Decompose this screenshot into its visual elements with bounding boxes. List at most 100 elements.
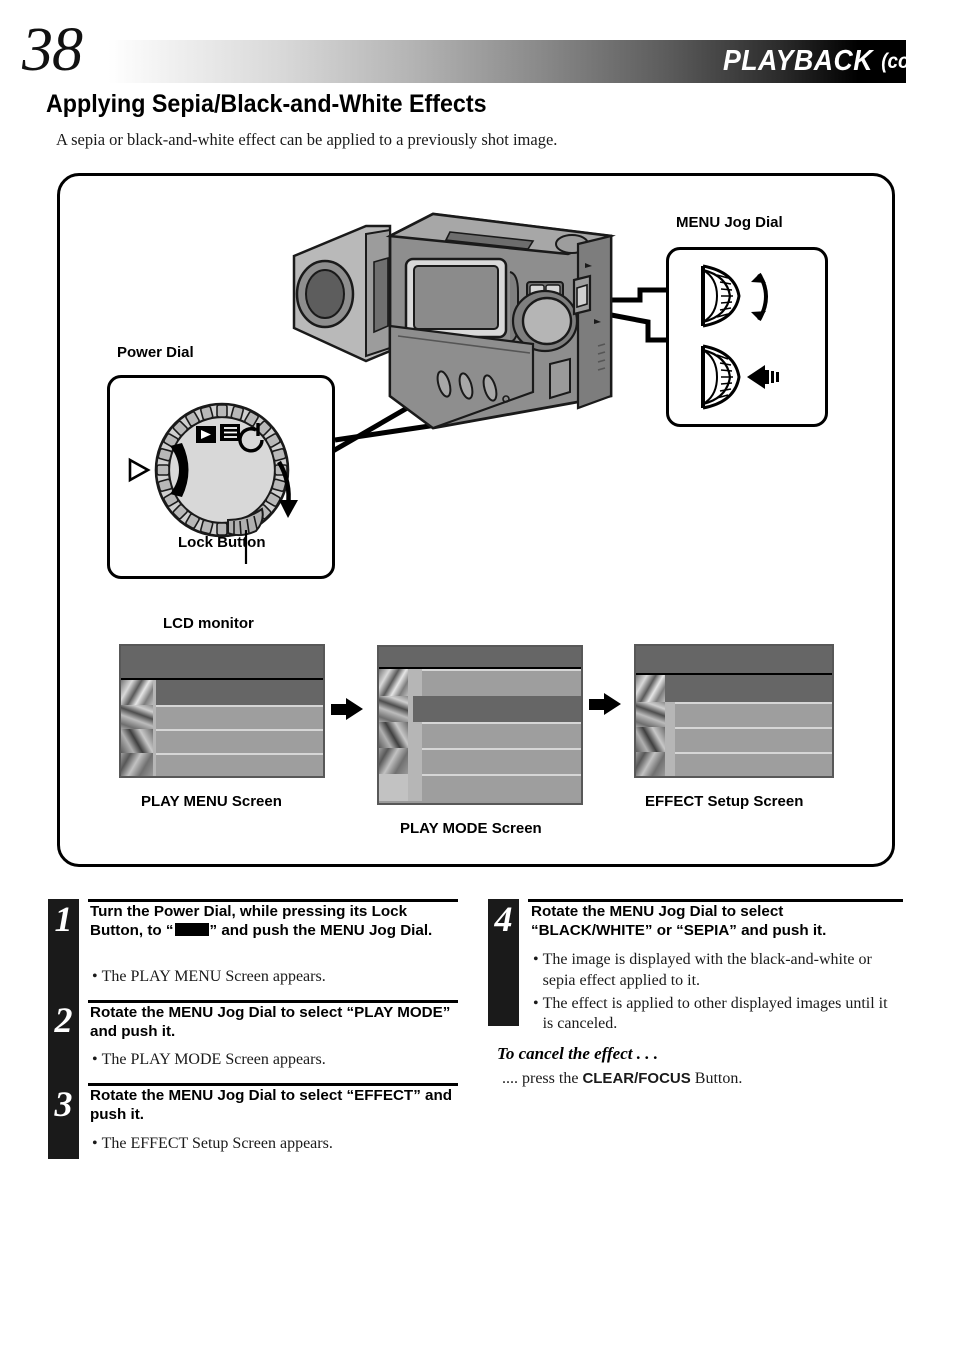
power-dial-label: Power Dial xyxy=(117,344,194,361)
cancel-note-suffix: Button. xyxy=(690,1070,743,1087)
list-item: • The PLAY MODE Screen appears. xyxy=(92,1050,452,1071)
cancel-note-prefix: .... press the xyxy=(502,1070,583,1087)
bullet-text: The PLAY MENU Screen appears. xyxy=(101,968,326,985)
screen-header-bar xyxy=(379,647,581,669)
row-bar xyxy=(156,705,323,729)
thumbnail-icon xyxy=(121,753,153,776)
list-item[interactable] xyxy=(121,729,323,753)
step-bullets-1: • The PLAY MENU Screen appears. xyxy=(92,967,452,988)
play-mode-caption: PLAY MODE Screen xyxy=(400,820,542,837)
row-bar xyxy=(675,702,832,727)
bullet-dot: • xyxy=(92,1051,98,1068)
row-bar xyxy=(675,727,832,752)
list-item[interactable] xyxy=(636,752,832,776)
header-title: PLAYBACK (cont.) xyxy=(710,41,942,82)
row-gap xyxy=(408,722,422,748)
thumbnail-icon xyxy=(379,722,408,748)
bullet-text: The PLAY MODE Screen appears. xyxy=(101,1051,326,1068)
row-gap xyxy=(665,702,675,727)
screen-rows xyxy=(379,669,581,801)
play-mode-screen xyxy=(377,645,583,805)
step-number-1: 1 xyxy=(54,899,73,939)
row-bar xyxy=(156,753,323,776)
list-item[interactable] xyxy=(636,702,832,727)
menu-icon xyxy=(220,424,240,441)
play-icon xyxy=(196,426,216,443)
step-bullets-3: • The EFFECT Setup Screen appears. xyxy=(92,1134,452,1155)
step-number-3: 3 xyxy=(54,1084,73,1124)
row-gap xyxy=(665,752,675,776)
row-bar xyxy=(675,752,832,776)
list-item[interactable] xyxy=(379,774,581,801)
list-item[interactable] xyxy=(379,748,581,774)
row-gap xyxy=(408,748,422,774)
play-menu-caption: PLAY MENU Screen xyxy=(141,793,282,810)
row-gap xyxy=(665,727,675,752)
screen-rows xyxy=(121,680,323,776)
play-menu-screen xyxy=(119,644,325,778)
thumbnail-icon xyxy=(379,669,408,696)
bullet-dot: • xyxy=(533,951,539,968)
cancel-note-title: To cancel the effect . . . xyxy=(497,1044,658,1063)
step-bullets-2: • The PLAY MODE Screen appears. xyxy=(92,1050,452,1071)
list-item[interactable] xyxy=(379,696,581,722)
list-item: • The image is displayed with the black-a… xyxy=(533,950,901,992)
cancel-note-body: .... press the CLEAR/FOCUS Button. xyxy=(502,1070,742,1088)
row-gap xyxy=(665,675,675,702)
step-heading-3: Rotate the MENU Jog Dial to select “EFFE… xyxy=(90,1087,453,1124)
thumbnail-icon xyxy=(636,752,665,776)
dial-index-marker xyxy=(128,457,151,483)
bullet-text: The image is displayed with the black-an… xyxy=(542,951,872,989)
list-item[interactable] xyxy=(121,753,323,776)
screen-header-bar xyxy=(636,646,832,675)
jog-dial-callout-box xyxy=(666,247,828,427)
section-title: Applying Sepia/Black-and-White Effects xyxy=(46,90,487,118)
list-item: • The PLAY MENU Screen appears. xyxy=(92,967,452,988)
step-bullets-4: • The image is displayed with the black-a… xyxy=(533,950,901,1035)
row-bar xyxy=(422,748,581,774)
step-heading-1-part2: ” and push the MENU Jog Dial. xyxy=(209,922,433,940)
push-arrow-icon xyxy=(747,365,779,389)
bullet-text: The effect is applied to other displayed… xyxy=(542,994,888,1033)
row-bar xyxy=(422,774,581,801)
row-bar xyxy=(421,696,581,722)
bullet-dot: • xyxy=(533,994,539,1012)
row-bar xyxy=(422,722,581,748)
cancel-note-emphasis: CLEAR/FOCUS xyxy=(582,1070,691,1087)
screen-header-bar xyxy=(121,646,323,680)
effect-setup-caption: EFFECT Setup Screen xyxy=(645,793,804,810)
list-item[interactable] xyxy=(121,705,323,729)
step-heading-1: Turn the Power Dial, while pressing its … xyxy=(90,902,458,941)
thumbnail-icon xyxy=(121,729,153,753)
thumbnail-icon xyxy=(121,680,153,705)
header-title-cont: (cont.) xyxy=(881,49,939,73)
rotate-arrow-icon xyxy=(751,272,768,322)
list-item[interactable] xyxy=(636,675,832,702)
step-heading-2: Rotate the MENU Jog Dial to select “PLAY… xyxy=(90,1004,451,1041)
screen-rows xyxy=(636,675,832,776)
list-item: • The EFFECT Setup Screen appears. xyxy=(92,1134,452,1155)
black-mode-chip-icon xyxy=(174,923,209,937)
push-dial-icon xyxy=(701,344,741,410)
lock-button-label: Lock Button xyxy=(178,534,266,551)
row-bar xyxy=(675,675,832,702)
list-item[interactable] xyxy=(636,727,832,752)
list-item[interactable] xyxy=(121,680,323,705)
step-number-4: 4 xyxy=(494,899,513,939)
jog-dial-label: MENU Jog Dial xyxy=(676,214,783,231)
row-bar xyxy=(422,669,581,696)
effect-setup-screen xyxy=(634,644,834,778)
thumbnail-icon xyxy=(121,705,153,729)
thumbnail-icon xyxy=(636,702,665,727)
thumbnail-icon xyxy=(636,727,665,752)
bullet-dot: • xyxy=(92,968,98,985)
thumbnail-icon xyxy=(636,675,665,702)
thumbnail-icon xyxy=(379,696,408,722)
row-gap-dark xyxy=(413,696,421,722)
page-number: 38 xyxy=(22,16,83,84)
list-item[interactable] xyxy=(379,669,581,696)
list-item: • The effect is applied to other displaye… xyxy=(533,994,901,1036)
header-title-main: PLAYBACK xyxy=(722,45,873,77)
list-item[interactable] xyxy=(379,722,581,748)
row-bar xyxy=(156,729,323,753)
